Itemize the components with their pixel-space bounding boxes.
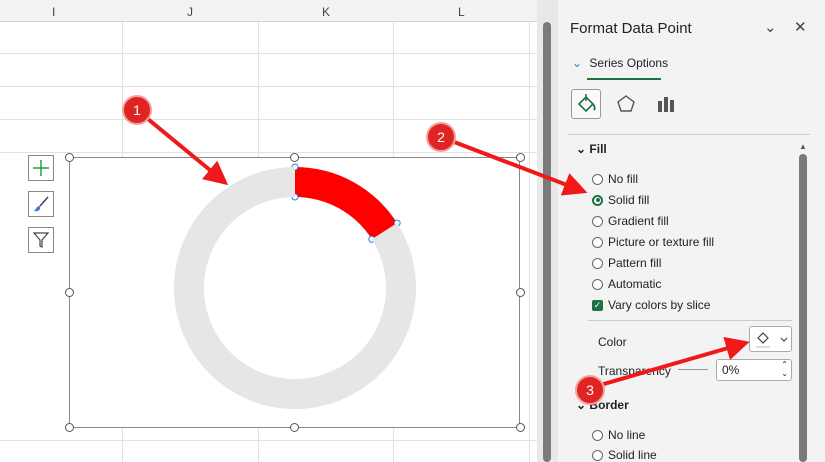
resize-handle[interactable] [516, 288, 525, 297]
option-label: Solid fill [608, 193, 650, 207]
chart-elements-button[interactable] [28, 155, 54, 181]
radio-automatic[interactable]: Automatic [592, 277, 661, 291]
paint-bucket-icon [577, 94, 596, 113]
option-label: Pattern fill [608, 256, 662, 270]
transparency-label: Transparency [598, 364, 671, 378]
option-label: Solid line [608, 448, 657, 462]
chevron-down-icon: ⌄ [572, 56, 583, 70]
spinner-icon[interactable]: ⌃ ⌄ [781, 360, 788, 378]
fill-header-label: Fill [589, 142, 607, 156]
option-label: Automatic [608, 277, 662, 291]
radio-picture-fill[interactable]: Picture or texture fill [592, 235, 714, 249]
svg-text:1: 1 [133, 102, 141, 118]
radio-solid-fill[interactable]: Solid fill [592, 193, 649, 207]
option-label: No fill [608, 172, 639, 186]
tab-label: Series Options [589, 56, 669, 70]
radio-button[interactable] [592, 257, 603, 269]
pane-title: Format Data Point [570, 20, 692, 37]
column-header-i[interactable]: I [52, 5, 55, 19]
format-data-point-pane: Format Data Point ⌄ ✕ ⌄ Series Options ▲… [558, 0, 825, 462]
color-label: Color [598, 335, 627, 349]
scrollbar-thumb[interactable] [799, 154, 807, 462]
color-picker-button[interactable] [749, 326, 792, 352]
doughnut-chart[interactable] [69, 157, 520, 428]
border-section-header[interactable]: ⌄ Border [576, 398, 629, 412]
fill-section-header[interactable]: ⌄ Fill [576, 142, 607, 156]
chevron-down-icon: ⌄ [576, 142, 587, 156]
brush-icon [34, 196, 49, 212]
scrollbar-thumb[interactable] [543, 22, 551, 462]
resize-handle[interactable] [516, 423, 525, 432]
resize-handle[interactable] [65, 288, 74, 297]
option-label: Gradient fill [608, 214, 669, 228]
resize-handle[interactable] [65, 153, 74, 162]
gridline [0, 440, 537, 441]
gridline [0, 152, 537, 153]
chart-plot [173, 163, 416, 409]
chart-styles-button[interactable] [28, 191, 54, 217]
series-options-tab[interactable] [651, 89, 681, 119]
checkbox-vary-colors[interactable]: ✓ Vary colors by slice [592, 298, 710, 312]
column-header-bar: I J K L [0, 0, 537, 22]
column-header-l[interactable]: L [458, 5, 465, 19]
tab-series-options[interactable]: ⌄ Series Options [572, 56, 669, 80]
column-header-k[interactable]: K [322, 5, 330, 19]
pane-options-chevron-icon[interactable]: ⌄ [764, 18, 777, 36]
fill-color-icon [756, 332, 788, 348]
divider [588, 320, 792, 321]
transparency-value: 0% [722, 363, 740, 377]
chevron-down-icon: ⌄ [576, 398, 587, 412]
chart-filters-button[interactable] [28, 227, 54, 253]
pentagon-icon [617, 95, 635, 112]
radio-button[interactable] [592, 449, 603, 461]
radio-button[interactable] [592, 278, 603, 290]
tab-underline [587, 78, 661, 80]
doughnut-slice-0[interactable] [295, 167, 398, 240]
fill-line-tab[interactable] [571, 89, 601, 119]
gridline [529, 22, 530, 462]
radio-button[interactable] [592, 215, 603, 227]
sheet-scrollbar[interactable] [537, 0, 558, 462]
radio-no-line[interactable]: No line [592, 428, 645, 442]
radio-button[interactable] [592, 194, 603, 206]
radio-solid-line[interactable]: Solid line [592, 448, 657, 462]
check-icon[interactable]: ✓ [592, 299, 603, 311]
resize-handle[interactable] [290, 153, 299, 162]
option-label: No line [608, 428, 646, 442]
option-label: Picture or texture fill [608, 235, 715, 249]
gridline [0, 53, 537, 54]
scroll-up-icon[interactable]: ▲ [799, 142, 807, 151]
transparency-input[interactable]: 0% ⌃ ⌄ [716, 359, 792, 381]
close-icon[interactable]: ✕ [794, 18, 807, 36]
annotation-badge-2: 2 [426, 122, 456, 152]
divider [568, 134, 810, 135]
bar-chart-icon [658, 97, 674, 112]
column-header-j[interactable]: J [187, 5, 193, 19]
resize-handle[interactable] [65, 423, 74, 432]
gridline [0, 119, 537, 120]
pane-scrollbar[interactable]: ▲ [797, 140, 809, 462]
radio-pattern-fill[interactable]: Pattern fill [592, 256, 661, 270]
option-label: Vary colors by slice [608, 298, 711, 312]
filter-icon [32, 232, 50, 248]
plus-icon [33, 160, 49, 176]
radio-no-fill[interactable]: No fill [592, 172, 638, 186]
transparency-slider[interactable] [678, 369, 708, 370]
radio-button[interactable] [592, 429, 603, 441]
radio-gradient-fill[interactable]: Gradient fill [592, 214, 669, 228]
radio-button[interactable] [592, 173, 603, 185]
svg-text:2: 2 [437, 129, 445, 145]
gridline [0, 86, 537, 87]
radio-button[interactable] [592, 236, 603, 248]
resize-handle[interactable] [516, 153, 525, 162]
resize-handle[interactable] [290, 423, 299, 432]
border-header-label: Border [589, 398, 629, 412]
effects-tab[interactable] [611, 89, 641, 119]
